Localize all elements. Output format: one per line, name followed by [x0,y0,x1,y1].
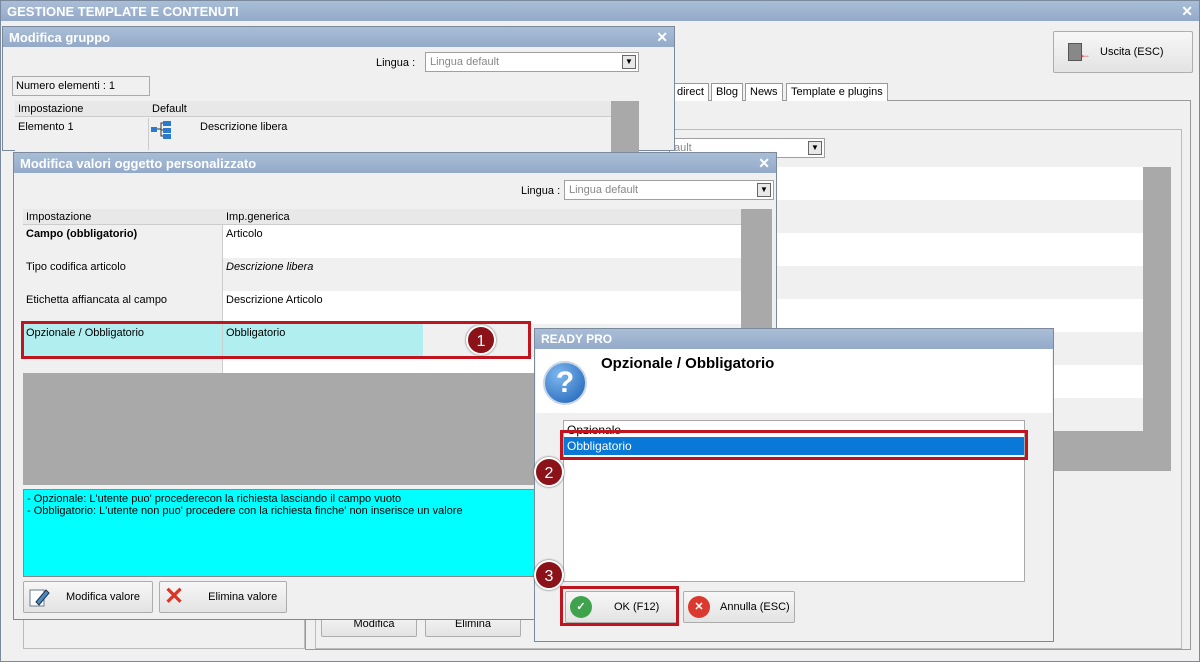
close-icon[interactable]: ✕ [758,155,770,172]
help-line-2: - Obbligatorio: L'utente non puo' proced… [27,505,463,517]
group-row-value: Descrizione libera [200,121,288,133]
highlight-row-1 [21,321,531,359]
tab-blog[interactable]: Blog [711,83,744,101]
exit-door-icon: ← [1068,43,1091,61]
row-name-campo[interactable]: Campo (obbligatorio) [23,225,223,258]
group-dialog-titlebar: Modifica gruppo ✕ [3,27,674,47]
edit-value-button[interactable]: Modifica valore [23,581,153,613]
step-badge-1: 1 [466,325,496,355]
group-header-default: Default [152,103,187,115]
group-count: Numero elementi : 1 [12,76,150,96]
tab-template-plugins[interactable]: Template e plugins [786,83,888,101]
group-lingua-select[interactable]: Lingua default ▼ [425,52,639,72]
help-line-1: - Opzionale: L'utente puo' procederecon … [27,493,402,505]
group-lingua-label: Lingua : [376,57,416,69]
tab-direct[interactable]: direct [673,83,709,101]
choice-dialog-titlebar: READY PRO [535,329,1053,349]
values-lingua-label: Lingua : [521,185,561,197]
values-dialog-titlebar: Modifica valori oggetto personalizzato ✕ [14,153,776,173]
pencil-icon [28,586,50,608]
values-lingua-select[interactable]: Lingua default ▼ [564,180,774,200]
main-title: GESTIONE TEMPLATE E CONTENUTI [7,4,239,19]
step-badge-3: 3 [534,560,564,590]
group-row-name: Elemento 1 [15,118,149,150]
step-badge-2: 2 [534,457,564,487]
values-header-generica: Imp.generica [226,211,290,223]
chevron-down-icon: ▼ [808,141,822,155]
row-name-etichetta[interactable]: Etichetta affiancata al campo [23,291,223,324]
group-dialog: Modifica gruppo ✕ Lingua : Lingua default… [2,26,675,152]
choice-question: Opzionale / Obbligatorio [601,355,775,372]
tree-icon [151,121,173,139]
group-grid: Impostazione Default Elemento 1 Descrizi… [15,101,639,152]
row-value-campo[interactable]: Articolo [223,225,266,243]
chevron-down-icon: ▼ [622,55,636,69]
highlight-ok-3 [560,586,679,626]
row-value-etichetta[interactable]: Descrizione Articolo [223,291,326,309]
row-value-tipo[interactable]: Descrizione libera [223,258,316,276]
group-dialog-title: Modifica gruppo [9,30,111,45]
exit-button[interactable]: ← Uscita (ESC) [1053,31,1193,73]
close-icon[interactable]: ✕ [656,29,668,46]
group-header-impostazione: Impostazione [18,103,84,115]
chevron-down-icon: ▼ [757,183,771,197]
cancel-button[interactable]: ✕ Annulla (ESC) [683,591,795,623]
tab-news[interactable]: News [745,83,783,101]
row-name-tipo[interactable]: Tipo codifica articolo [23,258,223,291]
values-header-impostazione: Impostazione [26,211,92,223]
cancel-x-icon: ✕ [688,596,710,618]
question-icon: ? [543,361,587,405]
main-close-icon[interactable]: ✕ [1181,3,1193,20]
red-x-icon: ✕ [164,583,185,610]
main-titlebar: GESTIONE TEMPLATE E CONTENUTI ✕ [1,1,1199,21]
exit-label: Uscita (ESC) [1100,46,1164,58]
highlight-option-2 [560,430,1028,460]
delete-value-button[interactable]: ✕ Elimina valore [159,581,287,613]
values-dialog-title: Modifica valori oggetto personalizzato [20,156,257,171]
help-box: - Opzionale: L'utente puo' procederecon … [23,489,541,577]
